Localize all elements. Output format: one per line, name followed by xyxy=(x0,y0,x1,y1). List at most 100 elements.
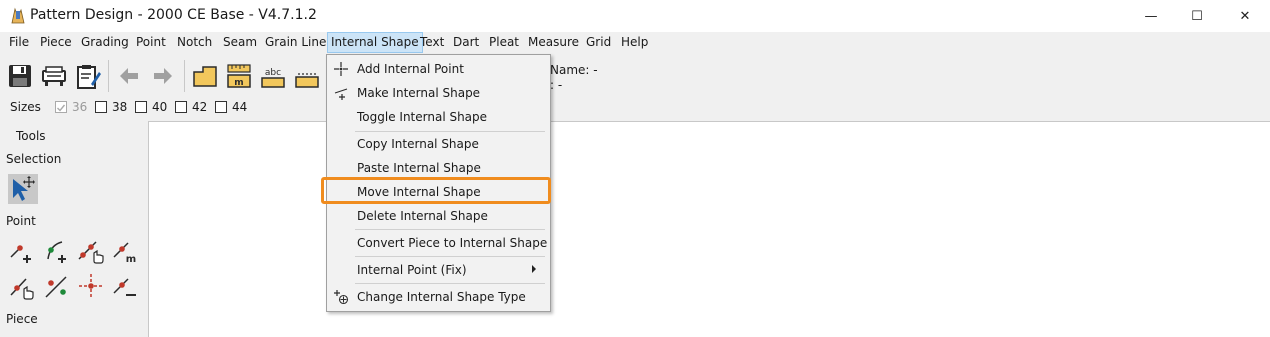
menu-piece[interactable]: Piece xyxy=(40,32,72,53)
menu-item-change-internal-shape-type[interactable]: Change Internal Shape Type xyxy=(327,285,550,309)
check-icon xyxy=(57,104,66,112)
size-36-label: 36 xyxy=(72,100,88,114)
tools-panel: Tools Selection Point m Piece xyxy=(0,121,147,336)
select-point-tool[interactable] xyxy=(8,271,38,301)
piece-icon xyxy=(193,66,217,87)
maximize-button[interactable]: ☐ xyxy=(1174,0,1220,32)
dotted-piece-button[interactable] xyxy=(293,62,321,90)
text-button[interactable]: abc xyxy=(259,62,287,90)
menu-help[interactable]: Help xyxy=(621,32,648,53)
size-40-label: 40 xyxy=(152,100,168,114)
toolbar-separator xyxy=(108,60,109,92)
make-internal-shape-icon xyxy=(333,85,349,101)
piece-section-label: Piece xyxy=(6,312,38,326)
size-36-checkbox[interactable] xyxy=(55,101,67,113)
plotter-icon xyxy=(42,66,66,86)
change-shape-type-icon xyxy=(333,289,349,305)
size-44-checkbox[interactable] xyxy=(215,101,227,113)
point-section-label: Point xyxy=(6,214,36,228)
select-arrow-icon xyxy=(13,176,35,201)
clipboard-edit-icon xyxy=(77,65,101,89)
split-point-icon xyxy=(45,276,67,298)
redo-icon xyxy=(154,68,172,84)
menu-separator xyxy=(355,229,545,230)
menu-point[interactable]: Point xyxy=(136,32,166,53)
measure-point-icon: m xyxy=(113,242,136,265)
menu-grain-line[interactable]: Grain Line xyxy=(265,32,326,53)
menu-grid[interactable]: Grid xyxy=(586,32,611,53)
maximize-icon: ☐ xyxy=(1191,8,1203,24)
menu-separator xyxy=(355,283,545,284)
menu-seam[interactable]: Seam xyxy=(223,32,257,53)
size-42-label: 42 xyxy=(192,100,208,114)
text-abc-label: abc xyxy=(265,68,281,78)
menu-dart[interactable]: Dart xyxy=(453,32,479,53)
menu-internal-shape[interactable]: Internal Shape xyxy=(327,32,423,53)
save-button[interactable] xyxy=(6,62,34,90)
measure-m-label: m xyxy=(126,254,136,265)
toolbar: m abc Name: - : - xyxy=(0,54,1270,96)
selection-section-label: Selection xyxy=(6,152,62,166)
properties-button[interactable] xyxy=(74,62,102,90)
minimize-button[interactable]: — xyxy=(1128,0,1174,32)
title-bar: Pattern Design - 2000 CE Base - V4.7.1.2… xyxy=(0,0,1270,32)
size-44-label: 44 xyxy=(232,100,248,114)
ruler-piece-icon: m xyxy=(227,64,251,88)
menu-text[interactable]: Text xyxy=(420,32,444,53)
dotted-piece-icon xyxy=(295,73,319,88)
size-40-checkbox[interactable] xyxy=(135,101,147,113)
menu-item-internal-point-fix[interactable]: Internal Point (Fix) xyxy=(327,258,550,282)
menu-item-add-internal-point[interactable]: Add Internal Point xyxy=(327,57,550,81)
intersect-point-tool[interactable] xyxy=(76,271,106,301)
save-icon xyxy=(9,65,31,87)
secondary-readout: : - xyxy=(550,78,563,92)
add-curve-point-tool[interactable] xyxy=(42,235,72,265)
app-icon xyxy=(10,7,26,25)
delete-point-tool[interactable] xyxy=(110,271,140,301)
intersect-point-icon xyxy=(79,274,103,298)
menu-item-make-internal-shape[interactable]: Make Internal Shape xyxy=(327,81,550,105)
add-internal-point-icon xyxy=(333,61,349,77)
menu-pleat[interactable]: Pleat xyxy=(489,32,519,53)
move-point-tool[interactable] xyxy=(76,235,106,265)
redo-button[interactable] xyxy=(148,62,176,90)
undo-icon xyxy=(120,68,138,84)
toolbar-separator xyxy=(184,60,185,92)
menu-notch[interactable]: Notch xyxy=(177,32,212,53)
add-curve-point-icon xyxy=(47,241,66,263)
select-point-icon xyxy=(10,278,34,300)
size-42-checkbox[interactable] xyxy=(175,101,187,113)
submenu-arrow-icon xyxy=(532,265,536,273)
ruler-m-label: m xyxy=(234,78,243,88)
menu-item-toggle-internal-shape[interactable]: Toggle Internal Shape xyxy=(327,105,550,129)
close-button[interactable]: ✕ xyxy=(1222,0,1268,32)
piece-button[interactable] xyxy=(191,62,219,90)
tools-title: Tools xyxy=(16,129,46,143)
menu-item-convert-piece[interactable]: Convert Piece to Internal Shape xyxy=(327,231,550,255)
menu-file[interactable]: File xyxy=(9,32,29,53)
move-point-icon xyxy=(78,241,104,264)
highlight-outline xyxy=(321,177,551,204)
minimize-icon: — xyxy=(1144,8,1158,24)
drawing-canvas[interactable] xyxy=(148,121,1270,337)
sizes-label: Sizes xyxy=(10,100,41,114)
menu-item-delete-internal-shape[interactable]: Delete Internal Shape xyxy=(327,204,550,228)
menu-separator xyxy=(355,256,545,257)
delete-point-icon xyxy=(113,278,136,296)
menu-grading[interactable]: Grading xyxy=(81,32,129,53)
window-title: Pattern Design - 2000 CE Base - V4.7.1.2 xyxy=(30,7,317,23)
undo-button[interactable] xyxy=(116,62,144,90)
measure-point-tool[interactable]: m xyxy=(110,235,140,265)
menu-item-copy-internal-shape[interactable]: Copy Internal Shape xyxy=(327,132,550,156)
selection-tool[interactable] xyxy=(8,174,38,204)
sizes-bar: Sizes 36 38 40 42 44 xyxy=(0,96,1270,120)
name-readout: Name: - xyxy=(550,63,598,77)
split-point-tool[interactable] xyxy=(42,271,72,301)
add-point-icon xyxy=(10,245,31,263)
measure-piece-button[interactable]: m xyxy=(225,62,253,90)
menu-measure[interactable]: Measure xyxy=(528,32,579,53)
add-point-tool[interactable] xyxy=(8,235,38,265)
plot-button[interactable] xyxy=(40,62,68,90)
size-38-checkbox[interactable] xyxy=(95,101,107,113)
text-abc-icon: abc xyxy=(261,68,285,88)
